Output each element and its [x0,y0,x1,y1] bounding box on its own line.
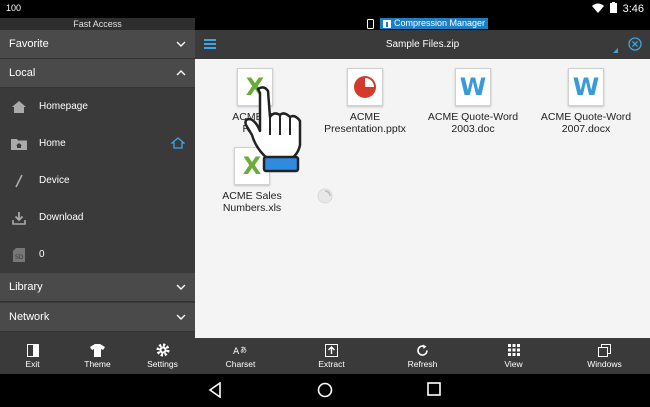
chevron-down-icon [176,314,186,320]
file-name-line2: 2007.docx [561,123,611,135]
archive-title: Sample Files.zip [385,39,460,50]
file-name-line1: ACME Quote-Word [427,111,519,123]
windows-button[interactable]: Windows [559,338,650,374]
file-item[interactable]: ACME Presentation.pptx [315,68,415,135]
powerpoint-file-icon [347,68,383,106]
charset-button[interactable]: Aあ Charset [195,338,286,374]
app-title-bar: Compression Manager [195,18,650,30]
section-library[interactable]: Library [0,273,195,302]
sidebar-item-device[interactable]: Device [0,162,195,199]
sidebar-item-sd[interactable]: SD 0 [0,236,195,273]
wifi-icon [591,3,604,16]
charset-label: Charset [225,359,256,369]
recents-icon[interactable] [427,382,441,396]
chevron-up-icon [176,70,186,76]
homepage-icon [11,99,27,115]
close-icon[interactable] [628,37,642,51]
section-label: Favorite [9,38,49,50]
file-name-line1: ACME Sales [222,190,282,202]
charset-icon: Aあ [233,343,249,357]
corner-indicator-icon [613,48,618,53]
loading-spinner-icon [317,188,333,204]
svg-text:A: A [233,347,240,356]
file-item[interactable]: W ACME Quote-Word 2007.docx [536,68,636,135]
view-label: View [504,359,523,369]
sidebar-item-download[interactable]: Download [0,199,195,236]
extract-button[interactable]: Extract [286,338,377,374]
app-logo-icon [383,19,391,28]
settings-button[interactable]: Settings [130,338,195,374]
refresh-label: Refresh [407,359,438,369]
file-name-line1: ACME [349,111,381,123]
view-button[interactable]: View [468,338,559,374]
battery-icon [609,2,617,16]
home-shortcut-icon[interactable] [170,137,186,152]
file-item[interactable]: W ACME Quote-Word 2003.doc [423,68,523,135]
tap-hand-icon [244,86,302,173]
download-icon [11,210,27,226]
svg-text:あ: あ [240,346,247,354]
sidebar-item-label: Home [39,138,66,149]
file-name-line2: Presentation.pptx [324,123,406,135]
sidebar-bottom-toolbar: Exit Theme Settings [0,338,195,374]
sidebar-item-label: Download [39,212,84,223]
folder-home-icon [11,136,27,152]
section-label: Library [9,281,43,293]
status-bar: 100 3:46 [0,0,650,18]
app-name: Compression Manager [394,18,486,28]
theme-button[interactable]: Theme [65,338,130,374]
refresh-icon [416,343,429,357]
file-grid: X ACME Ex Repo ACME Presentation.pptx W … [195,59,650,338]
section-favorite[interactable]: Favorite [0,30,195,59]
file-name-line2: Numbers.xls [222,202,282,214]
exit-label: Exit [25,359,40,369]
chevron-down-icon [176,284,186,290]
sidebar: Fast Access Favorite Local Homepage Home… [0,18,195,338]
toolbar: Sample Files.zip [195,30,650,59]
clock: 3:46 [622,3,644,15]
sidebar-item-homepage[interactable]: Homepage [0,88,195,125]
settings-label: Settings [147,359,178,369]
home-nav-icon[interactable] [317,382,333,398]
device-slash-icon [11,173,27,189]
exit-icon [26,343,39,357]
word-file-icon: W [568,68,604,106]
sidebar-item-label: 0 [39,249,45,260]
theme-label: Theme [84,359,111,369]
section-network[interactable]: Network [0,303,195,332]
section-local[interactable]: Local [0,59,195,88]
section-label: Network [9,311,50,323]
app-tag: Compression Manager [380,18,489,29]
exit-button[interactable]: Exit [0,338,65,374]
grid-icon [507,343,520,357]
extract-icon [325,343,338,357]
section-label: Local [9,67,36,79]
main-bottom-toolbar: Aあ Charset Extract Refresh View Windows [195,338,650,374]
windows-icon [598,343,611,357]
file-name-line2: 2003.doc [451,123,495,135]
back-icon[interactable] [208,382,222,398]
sd-card-icon: SD [11,247,27,263]
shirt-icon [90,343,105,357]
chevron-down-icon [176,41,186,47]
svg-text:SD: SD [15,254,24,261]
sidebar-item-label: Homepage [39,101,88,112]
refresh-button[interactable]: Refresh [377,338,468,374]
sidebar-header: Fast Access [0,18,195,30]
file-name-line1: ACME Quote-Word [540,111,632,123]
sidebar-item-home[interactable]: Home [0,125,195,162]
system-nav-bar [0,374,650,407]
sidebar-item-label: Device [39,175,70,186]
word-file-icon: W [455,68,491,106]
windows-label: Windows [587,359,622,369]
gear-icon [156,343,170,357]
extract-label: Extract [318,359,345,369]
battery-percent: 100 [6,3,22,13]
